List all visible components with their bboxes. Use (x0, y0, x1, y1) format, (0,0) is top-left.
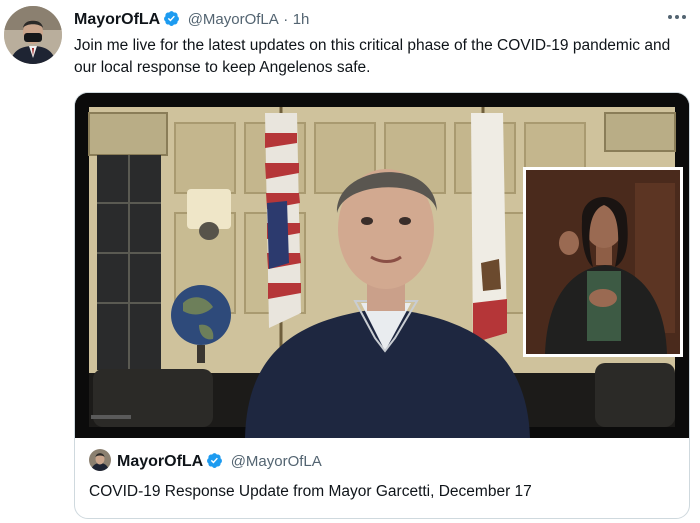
author-handle[interactable]: @MayorOfLA (188, 11, 279, 28)
verified-badge-icon (163, 10, 180, 27)
video-frame-image (75, 93, 689, 438)
verified-badge-icon (206, 452, 223, 469)
embedded-video-card[interactable]: MayorOfLA @MayorOfLA COVID-19 Response U… (74, 92, 690, 519)
more-options-icon[interactable] (666, 10, 688, 24)
author-avatar[interactable] (4, 6, 62, 64)
video-player[interactable] (75, 93, 689, 438)
quoted-tweet-header[interactable]: MayorOfLA @MayorOfLA (89, 449, 322, 473)
separator-dot: · (283, 11, 289, 28)
tweet-header: MayorOfLA @MayorOfLA · 1h (74, 10, 700, 32)
author-name[interactable]: MayorOfLA (74, 11, 160, 28)
quoted-author-handle: @MayorOfLA (230, 453, 322, 470)
tweet-timestamp[interactable]: 1h (293, 11, 310, 28)
quoted-author-name: MayorOfLA (117, 453, 204, 470)
quoted-video-title: COVID-19 Response Update from Mayor Garc… (89, 483, 532, 500)
quoted-author-avatar (89, 449, 111, 471)
tweet-text: Join me live for the latest updates on t… (74, 37, 671, 76)
